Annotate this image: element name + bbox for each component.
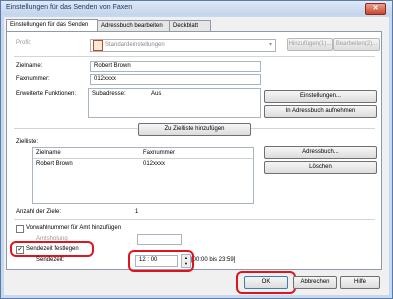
- window-title: Einstellungen für das Senden von Faxen: [6, 4, 133, 11]
- fax-label: Faxnummer:: [16, 76, 50, 82]
- add-to-addressbook-button[interactable]: In Adressbuch aufnehmen: [264, 105, 377, 118]
- fax-profile-icon: [93, 40, 103, 51]
- destlist-label: Zielliste:: [16, 139, 39, 145]
- column-header-fax[interactable]: Faxnummer: [143, 150, 175, 156]
- column-header-name[interactable]: Zielname: [36, 150, 61, 156]
- subaddress-label: Subadresse:: [92, 91, 126, 97]
- row-fax: 012xxxx: [143, 161, 166, 167]
- dest-count-value: 1: [135, 209, 139, 215]
- help-button[interactable]: Hilfe: [340, 276, 380, 289]
- subaddress-value: Aus: [151, 91, 162, 97]
- cancel-button[interactable]: Abbrechen: [293, 276, 337, 289]
- close-button[interactable]: ✕: [365, 3, 386, 15]
- name-label: Zielname:: [16, 63, 43, 69]
- separator: [14, 219, 375, 220]
- extended-functions-box: Subadresse: Aus: [88, 88, 261, 118]
- settings-button[interactable]: Einstellungen...: [264, 90, 377, 103]
- destination-list[interactable]: Zielname Faxnummer Robert Brown 012xxxx: [32, 147, 254, 204]
- separator: [14, 56, 375, 57]
- row-name: Robert Brown: [36, 161, 73, 167]
- name-input[interactable]: Robert Brown: [90, 61, 261, 72]
- profile-label: Profil:: [16, 40, 32, 46]
- profile-value: Standardeinstellungen: [105, 42, 165, 48]
- delete-button[interactable]: Löschen: [264, 161, 377, 174]
- profile-select[interactable]: Standardeinstellungen ▾: [90, 39, 276, 52]
- list-header: Zielname Faxnummer: [33, 148, 253, 159]
- add-to-destlist-button[interactable]: Zu Zielliste hinzufügen: [138, 123, 251, 136]
- prefix-label: Vorwahlnummer für Amt hinzufügen: [26, 225, 122, 231]
- addressbook-button[interactable]: Adressbuch...: [264, 146, 377, 159]
- highlight-sendtime: [10, 241, 94, 257]
- fax-input[interactable]: 012xxxx: [90, 74, 261, 85]
- highlight-ok: [236, 271, 296, 294]
- time-range: [00:00 bis 23:59]: [191, 257, 236, 263]
- highlight-time: [128, 250, 194, 272]
- add-profile-button[interactable]: Hinzufügen(1)...: [287, 38, 333, 51]
- edit-profile-button[interactable]: Bearbeiten(2)...: [333, 38, 380, 51]
- time-label: Sendezeit:: [36, 257, 65, 263]
- table-row[interactable]: Robert Brown 012xxxx: [33, 160, 253, 169]
- chevron-down-icon: ▾: [268, 42, 272, 48]
- prefix-checkbox[interactable]: [16, 225, 24, 233]
- prefix-input[interactable]: [137, 234, 182, 245]
- dest-count-label: Anzahl der Ziele:: [16, 209, 62, 215]
- title-bar: Einstellungen für das Senden von Faxen ✕: [1, 1, 392, 15]
- extended-functions-label: Erweiterte Funktionen:: [16, 91, 77, 97]
